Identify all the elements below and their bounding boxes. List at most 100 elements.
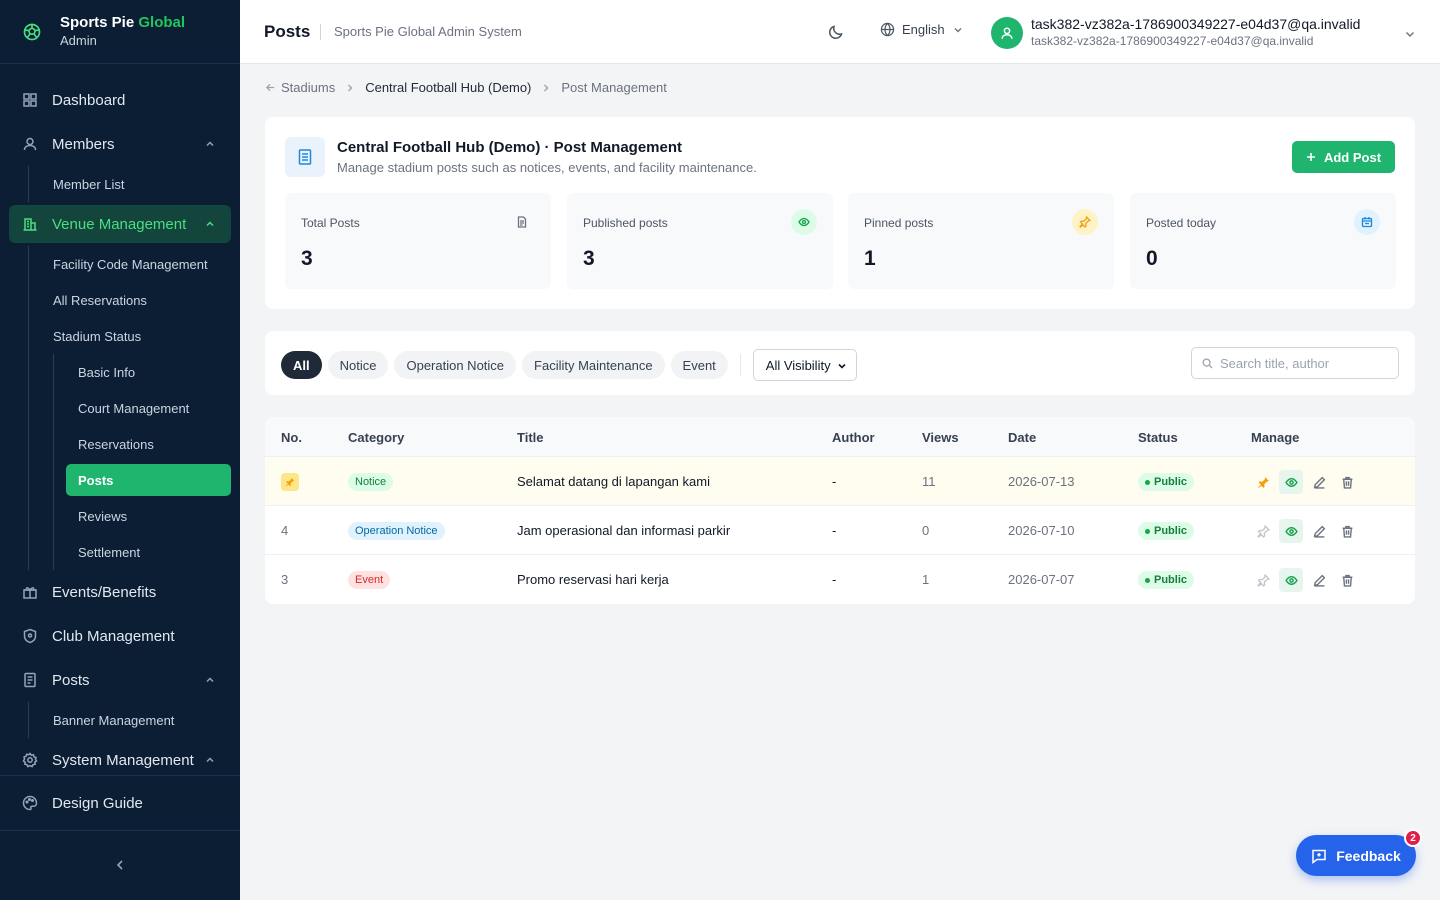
sidebar-item-venue-management[interactable]: Venue Management [9, 205, 231, 243]
sidebar-item-banner-management[interactable]: Banner Management [0, 702, 240, 738]
sidebar-item-label: Club Management [52, 627, 175, 645]
pin-button[interactable] [1251, 519, 1275, 543]
feedback-button[interactable]: Feedback [1296, 835, 1416, 876]
breadcrumb-stadiums[interactable]: Stadiums [281, 80, 335, 95]
pin-icon [1256, 524, 1270, 538]
view-button[interactable] [1279, 470, 1303, 494]
sidebar-item-club-management[interactable]: Club Management [0, 614, 240, 658]
summary-title: Central Football Hub (Demo) · Post Manag… [337, 139, 683, 156]
column-category[interactable]: Category [348, 430, 404, 445]
pin-icon [1072, 209, 1098, 235]
edit-button[interactable] [1307, 519, 1331, 543]
palette-icon [22, 795, 38, 811]
brand[interactable]: Sports Pie Global Admin [0, 0, 240, 64]
category-badge: Operation Notice [348, 522, 445, 540]
filter-chip-all[interactable]: All [281, 351, 322, 379]
stat-value: 0 [1146, 247, 1158, 270]
delete-button[interactable] [1335, 568, 1359, 592]
filter-chip-facility-maintenance[interactable]: Facility Maintenance [522, 351, 665, 379]
column-author[interactable]: Author [832, 430, 875, 445]
pencil-icon [1313, 525, 1325, 538]
eye-icon [1284, 526, 1298, 536]
edit-button[interactable] [1307, 568, 1331, 592]
sidebar-item-dashboard[interactable]: Dashboard [0, 78, 240, 122]
column-views[interactable]: Views [922, 430, 959, 445]
sidebar-item-members[interactable]: Members [0, 122, 240, 166]
stat-published-posts: Published posts 3 [567, 193, 833, 289]
sidebar-item-design-guide[interactable]: Design Guide [0, 775, 240, 831]
column-no[interactable]: No. [281, 430, 302, 445]
sidebar-item-all-reservations[interactable]: All Reservations [0, 282, 240, 318]
post-views: 0 [922, 523, 930, 538]
sidebar-item-label: Dashboard [52, 91, 126, 109]
delete-button[interactable] [1335, 519, 1359, 543]
filter-chip-event[interactable]: Event [670, 351, 728, 379]
post-author: - [832, 572, 837, 587]
delete-button[interactable] [1335, 470, 1359, 494]
post-author: - [832, 474, 837, 489]
sidebar-item-reviews[interactable]: Reviews [0, 498, 240, 534]
sidebar-item-posts-active[interactable]: Posts [66, 464, 231, 496]
column-status[interactable]: Status [1138, 430, 1178, 445]
chevron-down-icon [838, 363, 846, 369]
post-title[interactable]: Promo reservasi hari kerja [517, 572, 669, 587]
visibility-select[interactable]: All Visibility [752, 349, 857, 381]
venue-submenu: Facility Code Management All Reservation… [0, 246, 240, 570]
stat-label: Total Posts [301, 216, 360, 230]
search-icon [1202, 357, 1213, 369]
sidebar-item-facility-code[interactable]: Facility Code Management [0, 246, 240, 282]
pin-button[interactable] [1251, 568, 1275, 592]
table-row[interactable]: Notice Selamat datang di lapangan kami -… [265, 457, 1415, 506]
sidebar-item-member-list[interactable]: Member List [0, 166, 240, 202]
column-title[interactable]: Title [517, 430, 544, 445]
stat-total-posts: Total Posts 3 [285, 193, 551, 289]
breadcrumb-stadium[interactable]: Central Football Hub (Demo) [365, 80, 531, 95]
view-button[interactable] [1279, 519, 1303, 543]
document-icon [24, 672, 36, 688]
filter-chip-operation-notice[interactable]: Operation Notice [394, 351, 517, 379]
sidebar-item-settlement[interactable]: Settlement [0, 534, 240, 570]
sidebar-item-reservations[interactable]: Reservations [0, 426, 240, 462]
post-no: 3 [281, 572, 289, 587]
sidebar-item-events-benefits[interactable]: Events/Benefits [0, 570, 240, 614]
post-title[interactable]: Jam operasional dan informasi parkir [517, 523, 730, 538]
soccer-ball-icon [23, 23, 41, 40]
status-badge: Public [1138, 522, 1195, 540]
table-row[interactable]: 3 Event Promo reservasi hari kerja - 1 2… [265, 555, 1415, 604]
add-post-button[interactable]: Add Post [1292, 141, 1395, 173]
sidebar-item-basic-info[interactable]: Basic Info [0, 354, 240, 390]
category-badge: Notice [348, 473, 394, 491]
column-date[interactable]: Date [1008, 430, 1036, 445]
stadium-submenu: Basic Info Court Management Reservations… [0, 354, 240, 570]
filter-chip-notice[interactable]: Notice [327, 351, 389, 379]
user-menu[interactable]: task382-vz382a-1786900349227-e04d37@qa.i… [991, 16, 1360, 50]
view-button[interactable] [1279, 568, 1303, 592]
column-manage: Manage [1251, 430, 1300, 445]
sidebar-item-stadium-status[interactable]: Stadium Status [0, 318, 240, 354]
sidebar-item-court-management[interactable]: Court Management [0, 390, 240, 426]
stat-value: 3 [583, 247, 595, 270]
sidebar-item-posts[interactable]: Posts [0, 658, 240, 702]
arrow-left-icon[interactable] [265, 82, 276, 93]
language-selector[interactable]: English [880, 22, 963, 37]
feedback-label: Feedback [1336, 847, 1401, 864]
post-date: 2026-07-13 [1008, 474, 1075, 489]
posts-table: No. Category Title Author Views Date Sta… [265, 417, 1415, 604]
edit-button[interactable] [1307, 470, 1331, 494]
stat-label: Pinned posts [864, 216, 934, 230]
visibility-value: All Visibility [765, 357, 831, 373]
moon-icon[interactable] [827, 23, 845, 41]
search-box [1191, 347, 1399, 379]
pin-button[interactable] [1251, 470, 1275, 494]
chevron-up-icon [206, 141, 214, 147]
post-title[interactable]: Selamat datang di lapangan kami [517, 474, 710, 489]
trash-icon [1342, 525, 1352, 538]
table-row[interactable]: 4 Operation Notice Jam operasional dan i… [265, 506, 1415, 555]
search-input[interactable] [1220, 355, 1390, 371]
category-badge: Event [348, 571, 391, 589]
sidebar: Sports Pie Global Admin Dashboard Member… [0, 0, 240, 900]
chevron-down-icon[interactable] [1404, 28, 1416, 40]
collapse-sidebar-icon[interactable] [113, 856, 127, 874]
calendar-icon [1354, 209, 1380, 235]
add-post-label: Add Post [1323, 149, 1382, 165]
